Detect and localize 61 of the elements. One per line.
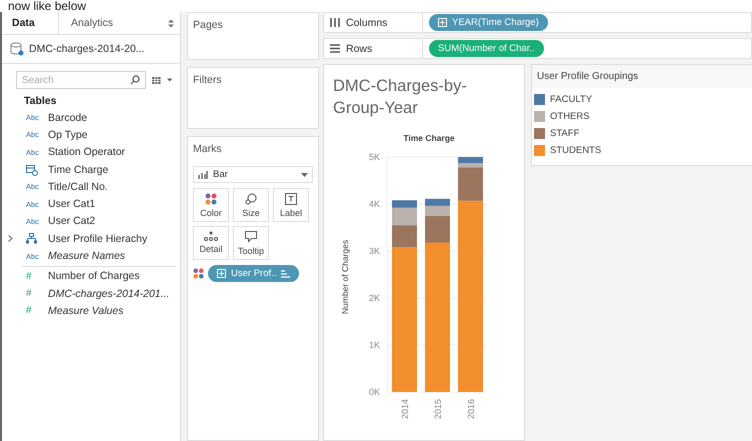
axis-title: Number of Charges bbox=[340, 240, 350, 314]
color-dots-icon bbox=[205, 193, 217, 205]
mark-property-button[interactable]: Detail bbox=[193, 226, 229, 260]
axis-tick-label: 2015 bbox=[433, 399, 443, 420]
legend-label: STAFF bbox=[550, 128, 580, 139]
legend-label: STUDENTS bbox=[550, 145, 602, 156]
axis-tick-label: 1K bbox=[368, 340, 380, 350]
text-box-icon bbox=[285, 193, 297, 205]
search-field[interactable]: Search bbox=[16, 71, 146, 89]
chart-title: Time Charge bbox=[403, 133, 455, 143]
dropdown-icon[interactable] bbox=[166, 78, 172, 82]
type-label: # bbox=[26, 288, 32, 300]
legend-label: FACULTY bbox=[550, 94, 592, 105]
calendar-icon bbox=[26, 164, 38, 176]
database-icon bbox=[10, 42, 24, 56]
hierarchy-icon bbox=[26, 233, 37, 244]
field-item[interactable]: # DMC-charges-2014-201... bbox=[2, 284, 180, 302]
type-label: # bbox=[26, 305, 32, 316]
mark-property-button[interactable]: Color bbox=[193, 188, 229, 222]
grid-icon[interactable] bbox=[152, 76, 161, 84]
field-item[interactable]: Time Charge bbox=[2, 160, 180, 178]
mark-property-button[interactable]: Size bbox=[233, 188, 269, 222]
rows-icon bbox=[330, 44, 340, 53]
mark-type-dropdown[interactable]: Bar bbox=[193, 166, 313, 183]
dots-icon bbox=[204, 231, 218, 241]
mark-property-button[interactable]: Tooltip bbox=[233, 226, 269, 260]
caret-icon bbox=[301, 172, 308, 176]
axis-tick-label: 2014 bbox=[400, 399, 410, 420]
shelf-label: Columns bbox=[346, 16, 388, 28]
mark-property-button[interactable]: Label bbox=[273, 188, 309, 222]
circles-icon bbox=[245, 193, 257, 205]
marks-card: Marks Bar Color Size Label Detail Tooltip User Prof.. bbox=[187, 136, 319, 441]
axis-tick-label: 3K bbox=[368, 246, 380, 256]
shelf-label: Rows bbox=[346, 42, 372, 54]
search-icon bbox=[130, 75, 140, 85]
field-item[interactable]: User Profile Hierachy bbox=[2, 230, 180, 248]
legend-label: OTHERS bbox=[550, 111, 590, 122]
pages-card: Pages bbox=[187, 12, 319, 60]
type-label: # bbox=[26, 270, 32, 282]
sheet-title: DMC-Charges-by-Group-Year bbox=[332, 76, 468, 119]
speech-bubble-icon bbox=[245, 231, 257, 243]
legend-title: User Profile Groupings bbox=[532, 65, 752, 88]
sort-icon bbox=[281, 270, 290, 278]
axis-tick-label: 5K bbox=[368, 152, 380, 162]
caption-text: now like below bbox=[7, 0, 88, 12]
expand-icon bbox=[217, 269, 226, 278]
axis-tick-label: 2016 bbox=[466, 399, 476, 420]
chevron-icon[interactable] bbox=[8, 235, 13, 242]
filters-card: Filters bbox=[187, 67, 319, 129]
sort-icon[interactable] bbox=[168, 18, 174, 28]
field-item[interactable]: # Measure Values bbox=[2, 302, 180, 320]
panel-tab[interactable]: Analytics bbox=[59, 12, 126, 34]
field-item[interactable]: # Number of Charges bbox=[2, 268, 180, 285]
axis-tick-label: 0K bbox=[368, 387, 380, 397]
bar-chart-icon bbox=[198, 170, 208, 178]
section-heading: Tables bbox=[23, 94, 58, 109]
axis-tick-label: 4K bbox=[368, 199, 380, 209]
datasource-name[interactable]: DMC-charges-2014-20... bbox=[29, 43, 145, 55]
axis-tick-label: 2K bbox=[368, 293, 380, 303]
columns-icon bbox=[330, 18, 340, 27]
color-dots-icon bbox=[193, 268, 204, 279]
